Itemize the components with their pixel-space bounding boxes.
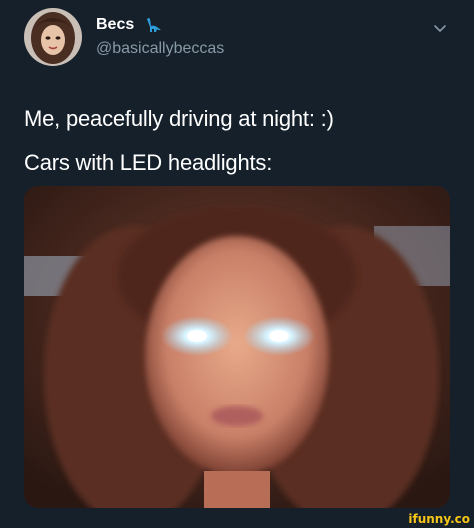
tweet-media-image[interactable] — [24, 186, 450, 508]
tweet-header: Becs @basicallybeccas — [24, 6, 454, 74]
avatar-illustration — [24, 8, 82, 66]
user-names: Becs @basicallybeccas — [96, 16, 224, 58]
ifunny-watermark: ifunny.co — [408, 512, 470, 526]
tweet-text-line-1: Me, peacefully driving at night: :) — [24, 106, 334, 131]
user-handle[interactable]: @basicallybeccas — [96, 40, 224, 58]
dinosaur-icon — [145, 17, 163, 33]
display-name[interactable]: Becs — [96, 16, 134, 34]
chevron-down-icon[interactable] — [432, 20, 448, 36]
media-illustration — [24, 186, 450, 508]
tweet-text-line-2: Cars with LED headlights: — [24, 150, 273, 175]
avatar[interactable] — [24, 8, 82, 66]
